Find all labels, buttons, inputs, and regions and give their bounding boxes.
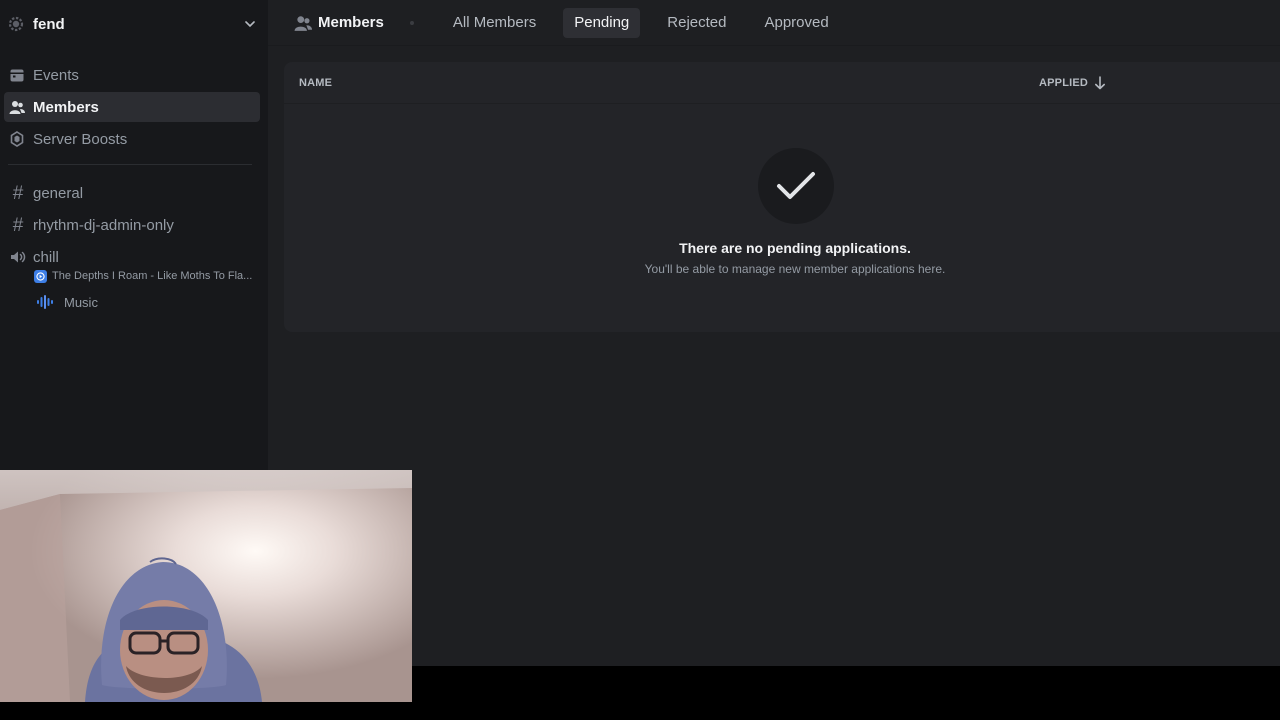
sidebar-item-label: Server Boosts [33, 130, 128, 148]
channel-label: chill [33, 248, 59, 266]
sidebar-item-label: Members [33, 98, 99, 116]
calendar-icon [9, 67, 25, 83]
chevron-down-icon[interactable] [242, 16, 258, 32]
main-content: Members All Members Pending Rejected App… [268, 0, 1280, 666]
members-icon [294, 14, 312, 32]
channel-label: general [33, 184, 84, 202]
empty-state-subtitle: You'll be able to manage new member appl… [644, 262, 946, 276]
channel-general[interactable]: # general [4, 179, 260, 207]
server-header[interactable]: fend [0, 0, 268, 48]
empty-state-title: There are no pending applications. [679, 240, 911, 256]
sidebar-item-label: Events [33, 66, 79, 84]
text-channel-icon: # [12, 214, 24, 236]
tab-approved[interactable]: Approved [753, 8, 839, 38]
column-name: NAME [299, 76, 333, 89]
sidebar-item-events[interactable]: Events [4, 60, 260, 90]
column-applied: APPLIED [1039, 77, 1089, 89]
channel-label: rhythm-dj-admin-only [33, 216, 174, 234]
text-channel-icon: # [12, 182, 24, 204]
voice-user-music[interactable]: Music [36, 293, 98, 311]
webcam-overlay [0, 470, 412, 702]
sidebar-divider [8, 164, 252, 165]
members-topbar: Members All Members Pending Rejected App… [268, 0, 1280, 46]
page-title: Members [294, 14, 384, 32]
members-icon [9, 99, 25, 115]
voice-user-label: Music [64, 294, 98, 310]
tab-all-members[interactable]: All Members [442, 8, 547, 38]
tab-pending[interactable]: Pending [563, 7, 641, 38]
title-separator [409, 20, 414, 25]
table-header: NAME APPLIED [284, 62, 1280, 104]
applications-panel: NAME APPLIED There are no pending applic… [284, 62, 1280, 332]
page-title-text: Members [318, 14, 384, 31]
arrow-down-icon [1094, 76, 1106, 90]
tab-rejected[interactable]: Rejected [656, 8, 737, 38]
voice-activity-status[interactable]: The Depths I Roam - Like Moths To Fla... [34, 268, 254, 284]
channel-chill[interactable]: chill [4, 243, 260, 271]
speaker-icon [9, 248, 27, 266]
activity-text: The Depths I Roam - Like Moths To Fla... [52, 270, 253, 282]
webcam-image [0, 470, 412, 702]
column-applied-sort[interactable]: APPLIED [1039, 62, 1106, 104]
server-name: fend [33, 15, 65, 33]
channel-rhythm-dj-admin-only[interactable]: # rhythm-dj-admin-only [4, 211, 260, 239]
boost-icon [9, 131, 25, 147]
activity-play-icon [34, 269, 47, 283]
audio-wave-icon [36, 293, 54, 311]
sidebar-item-server-boosts[interactable]: Server Boosts [4, 124, 260, 154]
sidebar-item-members[interactable]: Members [4, 92, 260, 122]
server-settings-icon [8, 16, 24, 32]
checkmark-icon [758, 148, 834, 224]
